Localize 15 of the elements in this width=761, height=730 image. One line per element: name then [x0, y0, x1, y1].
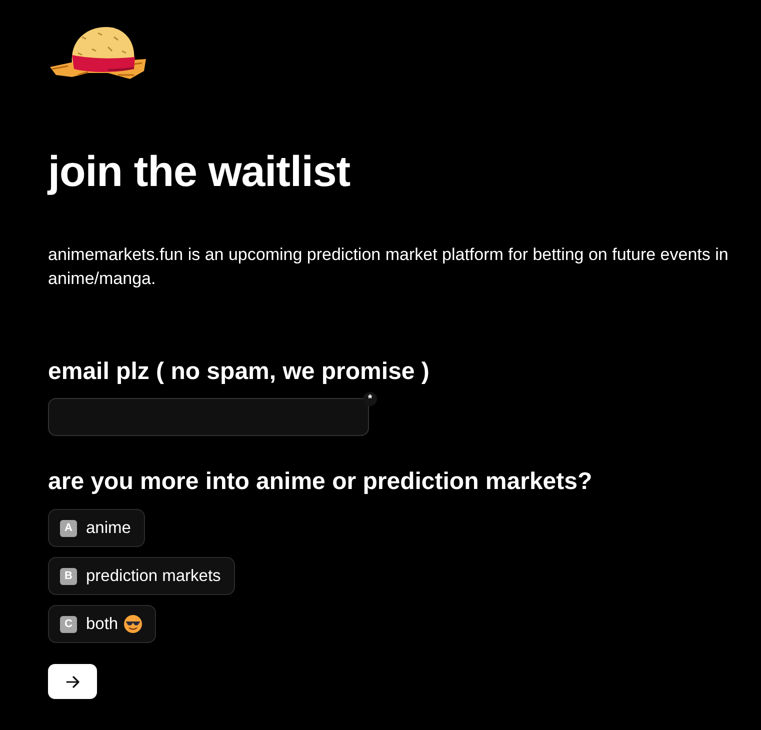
- description-text: animemarkets.fun is an upcoming prediction market platform for betting on future events in anime/manga.: [48, 244, 730, 290]
- option-key-label: C: [60, 616, 77, 632]
- email-input-field[interactable]: [48, 398, 369, 436]
- question-label: email plz ( no spam, we promise ): [48, 358, 430, 386]
- option-key-label: A: [60, 520, 77, 536]
- choice-option[interactable]: B prediction markets: [48, 557, 235, 595]
- arrow-right-icon: [66, 676, 80, 688]
- option-key-label: B: [60, 568, 77, 584]
- page-title: join the waitlist: [48, 148, 352, 196]
- question-label: are you more into anime or prediction markets?: [48, 468, 594, 496]
- choice-option[interactable]: A anime: [48, 509, 145, 547]
- choice-option[interactable]: C both: [48, 605, 156, 643]
- straw-hat-icon: [48, 25, 148, 81]
- submit-arrow-button[interactable]: [48, 664, 97, 699]
- required-mark: *: [363, 392, 377, 406]
